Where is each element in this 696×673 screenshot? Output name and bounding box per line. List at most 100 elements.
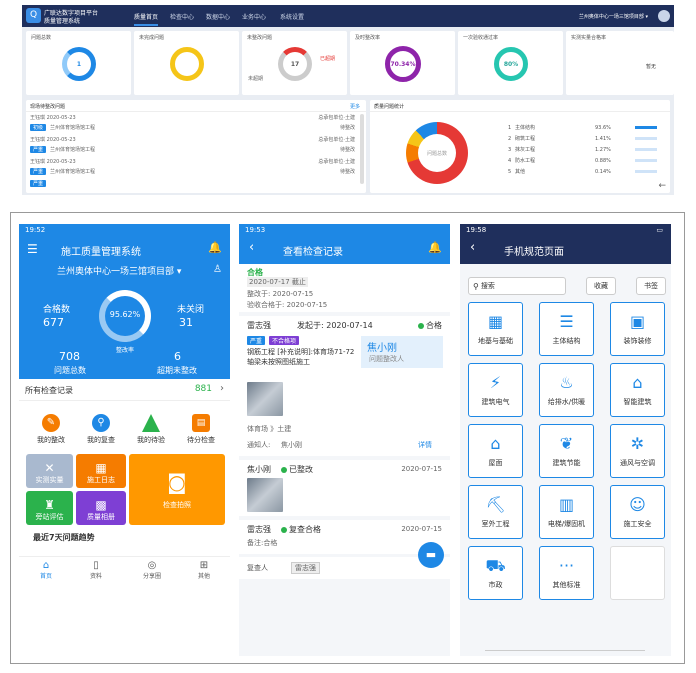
bookmark-button[interactable]: 书签 (636, 277, 666, 295)
stat-ring: 1 (62, 47, 96, 81)
row-tag: 严重 (30, 146, 47, 153)
standard-smart-building[interactable]: ⌂ 智能建筑 (610, 363, 665, 417)
table-row[interactable]: 王钰琪 2020-05-23 总承包单位·土建 严重 兰州体育馆场馆工程 待整改 (30, 136, 355, 156)
tile-measure[interactable]: ✕ 实测实量 (26, 454, 73, 488)
avatar[interactable] (658, 10, 670, 22)
quick-my-accept[interactable]: 我的待验 (129, 414, 173, 445)
row-dept: 总承包单位·土建 (318, 137, 355, 143)
row-desc: 兰州体育馆场馆工程 (50, 147, 96, 153)
grid-icon: ⊞ (199, 560, 209, 571)
item-bar (635, 137, 657, 140)
standard-other[interactable]: ··· 其他标准 (539, 546, 594, 600)
tab-share[interactable]: ◎ 分享圈 (135, 560, 169, 580)
table-row[interactable]: 严重 (30, 180, 355, 190)
nav-business[interactable]: 业务中心 (242, 12, 266, 21)
bell-icon[interactable]: 🔔 (428, 241, 442, 254)
standard-decoration[interactable]: ▣ 装饰装修 (610, 302, 665, 356)
item-value: 1.27% (595, 146, 611, 153)
row-status: 待整改 (339, 147, 355, 153)
tile-album[interactable]: ▩ 质量相册 (76, 491, 126, 525)
standard-outdoor[interactable]: ⛏ 室外工程 (468, 485, 523, 539)
menu-icon[interactable]: ☰ (27, 242, 38, 256)
standard-plumbing[interactable]: ♨ 给排水/供暖 (539, 363, 594, 417)
project-selector[interactable]: 兰州奥体中心一场三馆项目部 ▾ (579, 13, 648, 20)
tile-label: 施工日志 (87, 476, 115, 484)
tab-other[interactable]: ⊞ 其他 (189, 560, 219, 580)
rectify-status-text: 已整改 (289, 465, 313, 474)
nav-inspection[interactable]: 检查中心 (170, 12, 194, 21)
more-link[interactable]: 更多 (350, 103, 360, 110)
review-status: 复查合格 (281, 524, 321, 535)
reviewer-chip[interactable]: 雷志强 (291, 562, 320, 574)
standard-foundation[interactable]: ▦ 地基与基础 (468, 302, 523, 356)
empty-slot (610, 546, 665, 600)
chat-icon[interactable]: ▬ (418, 542, 444, 568)
quick-pending[interactable]: ▤ 待分检查 (179, 414, 223, 445)
tile-supervise[interactable]: ♜ 旁站评估 (26, 491, 73, 525)
location: 体育场 》土建 (247, 425, 292, 433)
stats-list: 1 主体结构 93.6% 2 砌筑工程 1.41% 3 抹灰工程 1.27% 4… (508, 122, 663, 177)
quick-my-review[interactable]: ⚲ 我的复查 (79, 414, 123, 445)
table-row[interactable]: 王钰琪 2020-05-23 总承包单位·土建 初级 兰州体育馆场馆工程 待整改 (30, 114, 355, 134)
assignee-card[interactable]: 焦小刚 问题整改人 (361, 336, 443, 368)
row-dept: 总承包单位·土建 (318, 159, 355, 165)
standard-roof[interactable]: ⌂ 屋面 (468, 424, 523, 478)
quick-my-rectify[interactable]: ✎ 我的整改 (29, 414, 73, 445)
standard-hvac[interactable]: ✲ 通风与空调 (610, 424, 665, 478)
list-item: 4 防水工程 0.88% (508, 155, 663, 166)
grid-label: 屋面 (488, 458, 503, 467)
back-icon[interactable]: ‹ (249, 240, 254, 255)
standard-safety[interactable]: ☺ 施工安全 (610, 485, 665, 539)
tile-log[interactable]: ▦ 施工日志 (76, 454, 126, 488)
all-records-row[interactable]: 所有检查记录 881 › (19, 379, 230, 401)
nav-home[interactable]: 质量首页 (134, 12, 159, 26)
nav-settings[interactable]: 系统设置 (280, 12, 304, 21)
more-icon: ··· (558, 555, 575, 575)
back-icon[interactable]: ‹ (470, 240, 475, 255)
status-card: 合格 2020-07-17 截止 整改于: 2020-07-15 验收合格于: … (239, 264, 450, 312)
standard-municipal[interactable]: ⛟ 市政 (468, 546, 523, 600)
standard-structure[interactable]: ☰ 主体结构 (539, 302, 594, 356)
tab-home[interactable]: ⌂ 首页 (31, 560, 61, 580)
row-person: 王钰琪 2020-05-23 (30, 159, 76, 165)
stat-ring (170, 47, 204, 81)
rectify-record: 焦小刚 已整改 2020-07-15 (239, 460, 450, 516)
record-desc: 钢筋工程 [补充说明]:体育场71-72轴梁未按照图纸施工 (247, 348, 355, 366)
record-photo[interactable] (247, 382, 283, 416)
standard-electrical[interactable]: ⚡ 建筑电气 (468, 363, 523, 417)
tab-docs[interactable]: ▯ 资料 (81, 560, 111, 580)
grid-label: 其他标准 (552, 580, 581, 589)
scrollbar[interactable] (360, 114, 364, 184)
row-desc: 兰州体育馆场馆工程 (50, 125, 96, 131)
back-arrow-icon[interactable]: ← (658, 181, 666, 191)
foundation-icon: ▦ (487, 311, 504, 331)
rectify-photo[interactable] (247, 478, 283, 512)
user-icon[interactable]: ♙ (213, 264, 222, 275)
category-tag: 不合格项 (269, 336, 300, 345)
stat-label: 及时整改率 (355, 35, 381, 41)
nav-data[interactable]: 数据中心 (206, 12, 230, 21)
page-title: 手机规范页面 (504, 247, 564, 258)
project-selector[interactable]: 兰州奥体中心一场三馆项目部 ▾ (57, 264, 181, 277)
standard-elevator[interactable]: ▥ 电梯/爆固机 (539, 485, 594, 539)
rectify-date: 整改于: 2020-07-15 (247, 290, 314, 298)
divider (26, 111, 366, 112)
grid-label: 智能建筑 (623, 397, 652, 406)
stat-card-total: 问题总数 1 (26, 31, 131, 95)
app-subtitle: 质量管理系统 (44, 18, 81, 25)
result: 合格 (418, 320, 442, 331)
tab-label: 分享圈 (142, 573, 161, 580)
table-row[interactable]: 王钰琪 2020-05-23 总承包单位·土建 严重 兰州体育馆场馆工程 待整改 (30, 158, 355, 178)
image-icon: ▩ (95, 498, 107, 512)
tile-label: 质量相册 (87, 513, 115, 521)
search-input[interactable]: ⚲ 搜索 (468, 277, 566, 295)
detail-link[interactable]: 详情 (418, 440, 432, 450)
bell-icon[interactable]: 🔔 (208, 241, 222, 254)
page-title: 施工质量管理系统 (61, 247, 141, 258)
standard-energy[interactable]: ❦ 建筑节能 (539, 424, 594, 478)
list-item: 1 主体结构 93.6% (508, 122, 663, 133)
tile-photo[interactable]: ◙ 检查拍照 (129, 454, 225, 525)
favorite-button[interactable]: 收藏 (586, 277, 616, 295)
record-detail-card: 雷志强 发起于: 2020-07-14 合格 严重 不合格项 钢筋工程 [补充说… (239, 316, 450, 456)
review-date: 2020-07-15 (401, 525, 442, 533)
